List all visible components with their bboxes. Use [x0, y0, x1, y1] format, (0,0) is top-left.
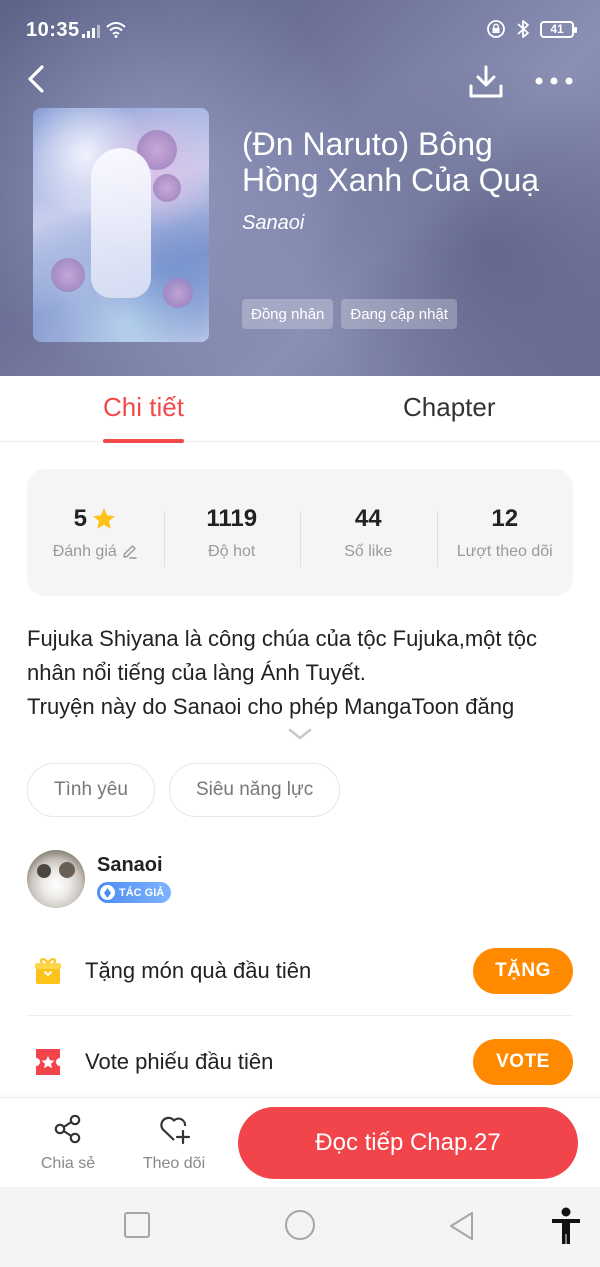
followers-label: Lượt theo dõi	[456, 542, 553, 560]
rating-label: Đánh giá	[52, 542, 117, 560]
bluetooth-icon	[517, 20, 529, 38]
lock-rotation-icon	[487, 20, 505, 38]
pen-nib-icon	[100, 885, 115, 900]
tab-chapter[interactable]: Chapter	[403, 392, 496, 423]
heart-plus-icon	[160, 1116, 191, 1145]
author-profile[interactable]: Sanaoi TÁC GIẢ	[27, 850, 573, 908]
bottom-action-bar: Chia sẻ Theo dõi Đọc tiếp Chap.27	[0, 1097, 600, 1187]
stat-rating[interactable]: 5 Đánh giá	[27, 505, 164, 561]
book-cover-image	[33, 108, 209, 342]
author-badge: TÁC GIẢ	[97, 882, 172, 903]
status-tag: Đang cập nhật	[341, 299, 457, 329]
hot-value: 1119	[206, 504, 258, 532]
detail-tabs: Chi tiết Chapter	[0, 376, 600, 443]
genre-tag: Đồng nhân	[242, 299, 334, 329]
recent-apps-icon[interactable]	[123, 1211, 151, 1239]
topic-tag-superpower[interactable]: Siêu năng lực	[168, 763, 341, 817]
follow-button[interactable]: Theo dõi	[134, 1112, 214, 1173]
likes-value: 44	[354, 504, 382, 532]
vote-label: Vote phiếu đầu tiên	[85, 1049, 274, 1074]
edit-icon[interactable]	[121, 543, 138, 560]
topic-tag-romance[interactable]: Tình yêu	[27, 763, 155, 817]
gift-label: Tặng món quà đầu tiên	[85, 957, 312, 983]
stat-hot: 1119 Độ hot	[163, 504, 301, 567]
accessibility-icon[interactable]	[550, 1207, 582, 1245]
gift-button[interactable]: TẶNG	[473, 947, 573, 994]
expand-chevron-icon[interactable]	[287, 726, 313, 742]
book-description[interactable]: Fujuka Shiyana là công chúa của tộc Fuju…	[27, 622, 573, 724]
tab-details[interactable]: Chi tiết	[103, 392, 184, 443]
ticket-icon	[29, 1043, 67, 1081]
status-bar: 10:35 41	[0, 0, 600, 62]
description-line: Fujuka Shiyana là công chúa của tộc Fuju…	[27, 626, 537, 685]
vote-button[interactable]: VOTE	[473, 1039, 573, 1085]
star-icon	[93, 507, 115, 529]
status-right-icons: 41	[486, 19, 577, 39]
book-author[interactable]: Sanaoi	[242, 212, 304, 235]
rating-value: 5	[73, 504, 87, 532]
back-icon[interactable]	[22, 62, 52, 96]
followers-value: 12	[491, 504, 519, 532]
network-icons	[82, 22, 126, 38]
system-navigation-bar	[0, 1187, 600, 1267]
share-button[interactable]: Chia sẻ	[28, 1112, 108, 1173]
author-avatar[interactable]	[27, 850, 85, 908]
book-title: (Đn Naruto) Bông Hồng Xanh Của Quạ	[242, 126, 540, 198]
continue-reading-button[interactable]: Đọc tiếp Chap.27	[238, 1107, 578, 1179]
topic-tags: Tình yêu Siêu năng lực	[27, 763, 341, 817]
signal-icon	[82, 24, 100, 38]
description-line: Truyện này do Sanaoi cho phép MangaToon …	[27, 694, 515, 719]
book-header: 10:35 41 (Đn Naruto) Bông Hồng Xanh Của …	[0, 0, 600, 376]
home-icon[interactable]	[284, 1209, 316, 1241]
share-label: Chia sẻ	[40, 1155, 96, 1172]
likes-label: Số like	[344, 542, 393, 560]
follow-label: Theo dõi	[142, 1155, 206, 1172]
share-icon	[54, 1114, 81, 1144]
download-icon[interactable]	[466, 64, 506, 100]
status-time: 10:35	[26, 19, 80, 41]
author-name: Sanaoi	[97, 854, 163, 876]
back-nav-icon[interactable]	[448, 1211, 476, 1241]
gift-icon	[29, 952, 67, 990]
genre-tags: Đồng nhân Đang cập nhật	[242, 299, 457, 329]
author-badge-label: TÁC GIẢ	[119, 886, 165, 899]
hot-label: Độ hot	[208, 542, 256, 560]
vote-row: Vote phiếu đầu tiên VOTE	[27, 1017, 573, 1107]
battery-icon: 41	[540, 20, 577, 38]
more-options-icon[interactable]	[532, 66, 576, 96]
stat-followers: 12 Lượt theo dõi	[436, 504, 574, 567]
gift-row: Tặng món quà đầu tiên TẶNG	[27, 926, 573, 1016]
stats-panel: 5 Đánh giá 1119 Độ hot 44 Số like 12 Lượ…	[27, 469, 573, 596]
wifi-icon	[106, 22, 126, 38]
stat-likes: 44 Số like	[300, 504, 437, 567]
